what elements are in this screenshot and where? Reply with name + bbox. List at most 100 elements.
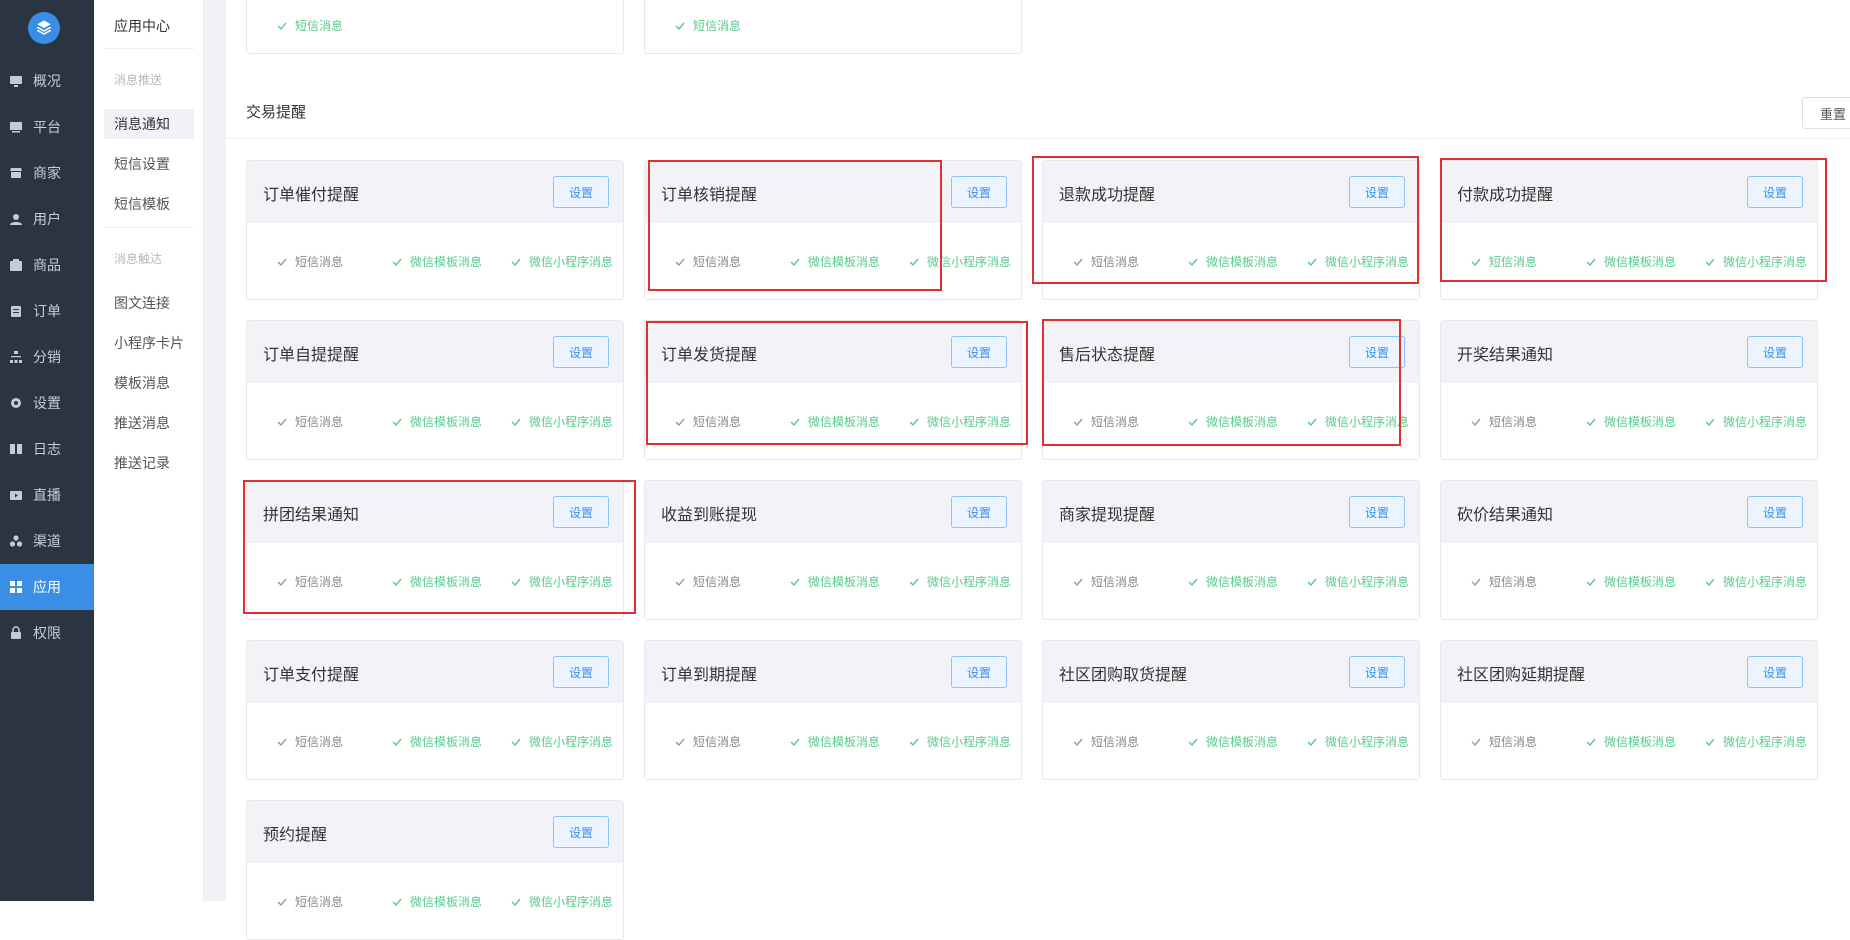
check-icon — [675, 577, 685, 587]
set-button[interactable]: 设置 — [553, 176, 609, 208]
tag-wechat-template: 微信模板消息 — [790, 733, 880, 750]
nav-item-user[interactable]: 用户 — [0, 196, 94, 242]
app-logo[interactable] — [28, 12, 60, 44]
nav-item-clipboard[interactable]: 订单 — [0, 288, 94, 334]
divider — [104, 227, 194, 228]
check-icon — [1188, 417, 1198, 427]
goods-icon — [9, 258, 23, 272]
subnav-item-sms-settings[interactable]: 短信设置 — [104, 149, 194, 179]
tag-wechat-template: 微信模板消息 — [392, 253, 482, 270]
nav-item-book[interactable]: 日志 — [0, 426, 94, 472]
card-body: 短信消息 微信模板消息 微信小程序消息 — [1043, 383, 1419, 459]
subnav-item-push-message[interactable]: 推送消息 — [104, 408, 194, 438]
tag-wechat-template: 微信模板消息 — [1586, 573, 1676, 590]
tag-sms: 短信消息 — [1471, 573, 1537, 590]
check-icon — [1471, 257, 1481, 267]
book-icon — [9, 442, 23, 456]
primary-sidebar: 概况 平台商家用户 商品 订单 分销 设置日志直播渠道 应用 权限 — [0, 0, 94, 901]
tag-sms: 短信消息 — [1471, 413, 1537, 430]
check-icon — [1705, 257, 1715, 267]
set-button[interactable]: 设置 — [951, 656, 1007, 688]
tag-label: 微信模板消息 — [1206, 575, 1279, 589]
nav-item-cluster[interactable]: 渠道 — [0, 518, 94, 564]
tag-wechat-miniprogram: 微信小程序消息 — [909, 253, 1011, 270]
card-title: 开奖结果通知 — [1457, 347, 1554, 364]
card-header: 售后状态提醒 设置 — [1043, 321, 1419, 383]
tag-sms: 短信消息 — [1073, 253, 1139, 270]
tag-label: 短信消息 — [295, 575, 344, 589]
set-button[interactable]: 设置 — [553, 816, 609, 848]
tag-sms: 短信消息 — [1073, 573, 1139, 590]
nav-item-lock[interactable]: 权限 — [0, 610, 94, 656]
set-button[interactable]: 设置 — [1747, 336, 1803, 368]
card-header: 收益到账提现 设置 — [645, 481, 1021, 543]
notification-card: 退款成功提醒 设置 短信消息 微信模板消息 微信小程序消息 — [1042, 160, 1420, 300]
set-button[interactable]: 设置 — [553, 656, 609, 688]
set-button[interactable]: 设置 — [951, 336, 1007, 368]
card-body: 短信消息 微信模板消息 微信小程序消息 — [1043, 543, 1419, 619]
check-icon — [790, 257, 800, 267]
check-icon — [1471, 417, 1481, 427]
set-button[interactable]: 设置 — [1349, 336, 1405, 368]
set-button[interactable]: 设置 — [1747, 656, 1803, 688]
tag-label: 微信模板消息 — [1604, 575, 1677, 589]
tag-wechat-miniprogram: 微信小程序消息 — [511, 413, 613, 430]
desktop-icon — [9, 120, 23, 134]
nav-item-goods[interactable]: 商品 — [0, 242, 94, 288]
nav-item-sitemap[interactable]: 分销 — [0, 334, 94, 380]
set-button[interactable]: 设置 — [1747, 176, 1803, 208]
tag-sms: 短信消息 — [277, 17, 343, 34]
nav-item-label: 直播 — [33, 487, 61, 503]
tag-wechat-template: 微信模板消息 — [790, 253, 880, 270]
notification-card: 售后状态提醒 设置 短信消息 微信模板消息 微信小程序消息 — [1042, 320, 1420, 460]
set-button[interactable]: 设置 — [1349, 496, 1405, 528]
primary-nav: 概况 平台商家用户 商品 订单 分销 设置日志直播渠道 应用 权限 — [0, 58, 94, 656]
set-button[interactable]: 设置 — [951, 176, 1007, 208]
tag-wechat-template: 微信模板消息 — [392, 733, 482, 750]
check-icon — [392, 257, 402, 267]
secondary-sidebar: 应用中心 消息推送 消息通知 短信设置 短信模板 消息触达 图文连接 小程序卡片… — [94, 0, 204, 901]
subnav-item-image-text-link[interactable]: 图文连接 — [104, 288, 194, 318]
nav-item-label: 商家 — [33, 165, 61, 181]
subnav-item-template-message[interactable]: 模板消息 — [104, 368, 194, 398]
set-button[interactable]: 设置 — [1349, 176, 1405, 208]
set-button[interactable]: 设置 — [951, 496, 1007, 528]
nav-item-store[interactable]: 商家 — [0, 150, 94, 196]
subnav-item-push-record[interactable]: 推送记录 — [104, 448, 194, 478]
check-icon — [1073, 577, 1083, 587]
tag-label: 微信小程序消息 — [1723, 735, 1808, 749]
reset-button[interactable]: 重置 — [1802, 97, 1850, 129]
set-button[interactable]: 设置 — [553, 496, 609, 528]
nav-item-live[interactable]: 直播 — [0, 472, 94, 518]
card-title: 社区团购延期提醒 — [1457, 667, 1586, 684]
set-button[interactable]: 设置 — [1747, 496, 1803, 528]
subnav-item-sms-template[interactable]: 短信模板 — [104, 189, 194, 219]
subnav-item-message-notice[interactable]: 消息通知 — [104, 109, 194, 139]
tag-label: 短信消息 — [1091, 255, 1140, 269]
tag-label: 短信消息 — [1489, 415, 1538, 429]
card-header: 商家提现提醒 设置 — [1043, 481, 1419, 543]
nav-item-monitor[interactable]: 概况 — [0, 58, 94, 104]
set-button[interactable]: 设置 — [553, 336, 609, 368]
sitemap-icon — [9, 350, 23, 364]
nav-item-label: 日志 — [33, 441, 61, 457]
notification-card: 砍价结果通知 设置 短信消息 微信模板消息 微信小程序消息 — [1440, 480, 1818, 620]
check-icon — [392, 737, 402, 747]
nav-item-grid[interactable]: 应用 — [0, 564, 94, 610]
tag-label: 微信模板消息 — [808, 575, 881, 589]
content-panel: 短信消息 短信消息 交易提醒 重置 订单催付提醒 设置 短信消息 微信模板消息 微信小程… — [226, 0, 1850, 940]
tag-label: 微信模板消息 — [1206, 735, 1279, 749]
tag-label: 微信小程序消息 — [529, 895, 614, 909]
tag-wechat-miniprogram: 微信小程序消息 — [909, 573, 1011, 590]
nav-item-desktop[interactable]: 平台 — [0, 104, 94, 150]
tag-label: 微信模板消息 — [410, 255, 483, 269]
notification-card: 拼团结果通知 设置 短信消息 微信模板消息 微信小程序消息 — [246, 480, 624, 620]
subnav-item-miniprogram-card[interactable]: 小程序卡片 — [104, 328, 194, 358]
check-icon — [1471, 577, 1481, 587]
notification-card: 订单自提提醒 设置 短信消息 微信模板消息 微信小程序消息 — [246, 320, 624, 460]
set-button[interactable]: 设置 — [1349, 656, 1405, 688]
card-body: 短信消息 微信模板消息 微信小程序消息 — [1043, 703, 1419, 779]
nav-item-gear[interactable]: 设置 — [0, 380, 94, 426]
card-title: 退款成功提醒 — [1059, 187, 1156, 204]
tag-label: 短信消息 — [693, 19, 742, 33]
